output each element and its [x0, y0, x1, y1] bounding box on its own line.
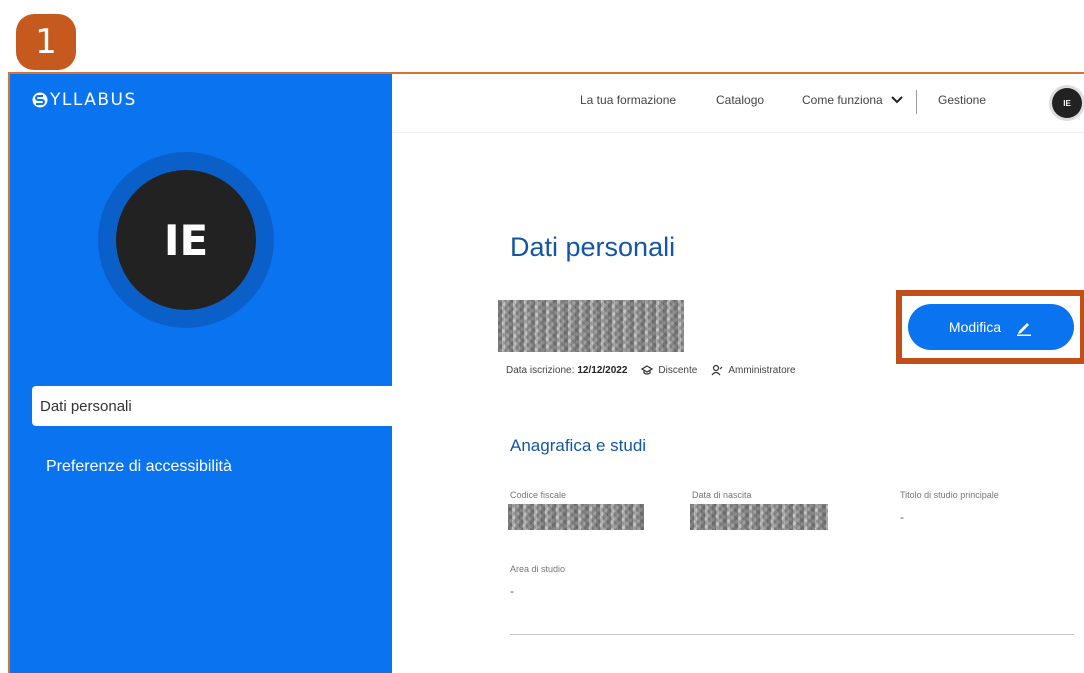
step-number-badge: 1: [16, 14, 76, 70]
sidebar-item-label: Preferenze di accessibilità: [46, 458, 232, 475]
sidebar-item-label: Dati personali: [40, 397, 132, 415]
sidebar-item-dati-personali[interactable]: Dati personali: [32, 386, 392, 426]
modifica-button[interactable]: Modifica: [908, 304, 1074, 350]
nav-catalogo[interactable]: Catalogo: [716, 93, 764, 107]
nav-label: Catalogo: [716, 93, 765, 107]
nav-label: Come funziona: [802, 93, 883, 107]
top-navigation: La tua formazione Catalogo Come funziona…: [392, 74, 1084, 133]
nav-divider: [916, 90, 917, 114]
logo-text: YLLABUS: [50, 90, 137, 110]
user-avatar-button[interactable]: IE: [1052, 88, 1082, 118]
nav-come-funziona[interactable]: Come funziona: [802, 93, 903, 107]
field-label-titolo-studio: Titolo di studio principale: [900, 490, 999, 500]
nav-gestione[interactable]: Gestione: [938, 93, 986, 107]
avatar-initials: IE: [1063, 98, 1071, 108]
page-title: Dati personali: [510, 232, 676, 262]
content-divider: [510, 634, 1074, 635]
redacted-user-name: [498, 300, 684, 352]
redacted-data-nascita: [690, 504, 828, 530]
app-window: YLLABUS IE Dati personali Preferenze di …: [8, 72, 1084, 673]
modifica-label: Modifica: [948, 319, 1002, 335]
subscription-label: Data iscrizione:: [506, 364, 575, 376]
syllabus-logo[interactable]: YLLABUS: [32, 90, 137, 110]
logo-s-icon: [32, 92, 48, 108]
field-label-area-studio: Area di studio: [510, 564, 566, 574]
nav-label: Gestione: [938, 93, 987, 107]
redacted-codice-fiscale: [508, 504, 644, 530]
user-admin-icon: [711, 364, 723, 376]
role-discente: Discente: [658, 364, 698, 376]
subscription-date: 12/12/2022: [577, 364, 628, 376]
chevron-down-icon: [891, 96, 903, 104]
section-title-anagrafica: Anagrafica e studi: [510, 436, 647, 455]
graduation-cap-icon: [641, 365, 654, 375]
field-value-titolo-studio: -: [900, 510, 904, 524]
sidebar-item-preferenze-accessibilita[interactable]: Preferenze di accessibilità: [46, 458, 232, 476]
nav-label: La tua formazione: [580, 93, 677, 107]
pencil-icon: [1017, 323, 1032, 336]
field-label-data-nascita: Data di nascita: [692, 490, 752, 500]
field-value-area-studio: -: [510, 584, 514, 598]
avatar-initials: IE: [116, 170, 256, 310]
role-amministratore: Amministratore: [728, 364, 796, 376]
field-label-codice-fiscale: Codice fiscale: [510, 490, 567, 500]
highlight-frame: Modifica: [896, 290, 1084, 364]
profile-avatar: IE: [98, 152, 274, 328]
profile-meta: Data iscrizione: 12/12/2022 Discente Amm…: [506, 364, 796, 376]
sidebar: YLLABUS IE Dati personali Preferenze di …: [10, 74, 392, 673]
nav-la-tua-formazione[interactable]: La tua formazione: [580, 93, 676, 107]
